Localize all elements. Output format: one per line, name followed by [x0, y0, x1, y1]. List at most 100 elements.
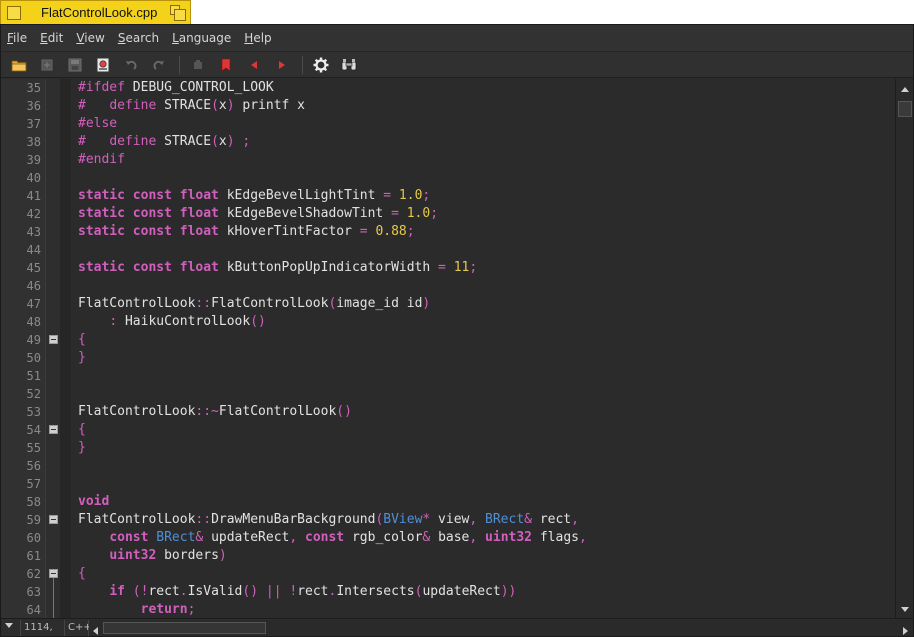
window-title: FlatControlLook.cpp — [41, 5, 158, 20]
code-token: static const float — [78, 224, 219, 239]
code-line[interactable]: static const float kEdgeBevelShadowTint … — [78, 205, 438, 223]
code-token: ) — [226, 134, 235, 149]
code-token: const — [305, 530, 345, 545]
code-line[interactable]: void — [78, 493, 109, 511]
prev-bookmark-icon[interactable] — [244, 55, 264, 75]
scroll-up-icon[interactable] — [898, 82, 912, 96]
scroll-right-icon[interactable] — [899, 622, 911, 637]
close-icon[interactable] — [188, 55, 208, 75]
code-token: = — [359, 224, 368, 239]
code-line[interactable]: if (!rect.IsValid() || !rect.Intersects(… — [78, 583, 516, 601]
line-number: 36 — [26, 99, 41, 113]
code-line[interactable]: { — [78, 421, 86, 439]
code-line[interactable]: FlatControlLook::~FlatControlLook() — [78, 403, 352, 421]
menu-bar: File Edit View Search Language Help — [1, 25, 913, 52]
code-token: uint32 — [485, 530, 533, 545]
code-token: )) — [500, 584, 517, 599]
vertical-scroll-thumb[interactable] — [898, 101, 912, 117]
code-line[interactable]: uint32 borders) — [78, 547, 226, 565]
code-line[interactable]: { — [78, 565, 86, 583]
code-line[interactable]: : HaikuControlLook() — [78, 313, 266, 331]
menu-file[interactable]: File — [7, 29, 27, 47]
redo-icon[interactable] — [149, 55, 169, 75]
scroll-down-icon[interactable] — [898, 601, 912, 615]
code-line[interactable]: FlatControlLook::FlatControlLook(image_i… — [78, 295, 430, 313]
code-token: base — [430, 530, 470, 545]
menu-help[interactable]: Help — [244, 29, 271, 47]
line-number: 47 — [26, 297, 41, 311]
code-token: , — [578, 530, 587, 545]
line-number: 42 — [26, 207, 41, 221]
code-token: kHoverTintFactor — [218, 224, 360, 239]
code-line[interactable]: return; — [78, 601, 196, 618]
horizontal-scrollbar[interactable] — [89, 619, 913, 637]
fold-toggle-icon[interactable] — [49, 515, 58, 524]
undo-icon[interactable] — [121, 55, 141, 75]
reload-icon[interactable] — [37, 55, 57, 75]
language-indicator[interactable]: C++ — [65, 619, 92, 636]
code-line[interactable]: static const float kEdgeBevelLightTint =… — [78, 187, 430, 205]
menu-search[interactable]: Search — [118, 29, 159, 47]
code-line[interactable]: static const float kHoverTintFactor = 0.… — [78, 223, 415, 241]
code-token: FlatControlLook — [218, 404, 337, 419]
menu-edit[interactable]: Edit — [40, 29, 63, 47]
code-token: } — [78, 350, 86, 365]
status-menu-icon[interactable] — [1, 619, 21, 636]
code-editor[interactable]: 35 36 37 38 39 40 41 42 43 44 45 46 47 48 49 50 51 52 53 54… — [1, 79, 895, 618]
code-line[interactable]: # define STRACE(x) printf x — [78, 97, 305, 115]
code-token: x — [218, 134, 227, 149]
code-token: return — [140, 602, 188, 617]
code-token: borders — [156, 548, 219, 563]
code-token: if — [109, 584, 125, 599]
bookmark-icon[interactable] — [216, 55, 236, 75]
code-token: ! — [289, 584, 298, 599]
close-window-button[interactable] — [7, 6, 21, 20]
code-line[interactable]: FlatControlLook::DrawMenuBarBackground(B… — [78, 511, 579, 529]
code-line[interactable]: static const float kButtonPopUpIndicator… — [78, 259, 477, 277]
next-bookmark-icon[interactable] — [272, 55, 292, 75]
cursor-position: 1114, 17 — [21, 619, 65, 636]
save-all-icon[interactable] — [93, 55, 113, 75]
line-number: 54 — [26, 423, 41, 437]
menu-view[interactable]: View — [76, 29, 104, 47]
line-number-gutter: 35 36 37 38 39 40 41 42 43 44 45 46 47 48 49 50 51 52 53 54… — [1, 79, 46, 618]
code-token: ; — [430, 206, 439, 221]
code-token: 1.0 — [398, 188, 423, 203]
code-line[interactable]: #ifdef DEBUG_CONTROL_LOOK — [78, 79, 274, 97]
code-line[interactable]: } — [78, 439, 86, 457]
window-tab[interactable]: FlatControlLook.cpp — [0, 0, 191, 25]
code-token: STRACE — [156, 98, 212, 113]
code-line[interactable]: # define STRACE(x) ; — [78, 133, 250, 151]
menu-language[interactable]: Language — [172, 29, 231, 47]
code-line[interactable]: #endif — [78, 151, 125, 169]
find-icon[interactable] — [339, 55, 359, 75]
save-icon[interactable] — [65, 55, 85, 75]
code-token: HaikuControlLook — [117, 314, 251, 329]
code-text-area[interactable]: #ifdef DEBUG_CONTROL_LOOK # define STRACE… — [60, 79, 895, 618]
scroll-left-icon[interactable] — [90, 622, 102, 637]
fold-toggle-icon[interactable] — [49, 569, 58, 578]
open-folder-icon[interactable] — [9, 55, 29, 75]
code-token: : — [109, 314, 118, 329]
code-line[interactable]: } — [78, 349, 86, 367]
line-number: 53 — [26, 405, 41, 419]
code-line[interactable]: { — [78, 331, 86, 349]
code-line[interactable]: const BRect& updateRect, const rgb_color… — [78, 529, 587, 547]
code-token: = — [438, 260, 446, 275]
code-line[interactable]: #else — [78, 115, 117, 133]
fold-toggle-icon[interactable] — [49, 425, 58, 434]
settings-icon[interactable] — [311, 55, 331, 75]
code-token: kEdgeBevelShadowTint — [218, 206, 392, 221]
fold-margin[interactable] — [46, 79, 60, 618]
code-token: static const float — [78, 206, 219, 221]
horizontal-scroll-thumb[interactable] — [103, 621, 266, 634]
zoom-window-button[interactable] — [170, 5, 186, 21]
vertical-scrollbar[interactable] — [895, 79, 913, 618]
fold-toggle-icon[interactable] — [49, 335, 58, 344]
code-token: = — [391, 206, 399, 221]
